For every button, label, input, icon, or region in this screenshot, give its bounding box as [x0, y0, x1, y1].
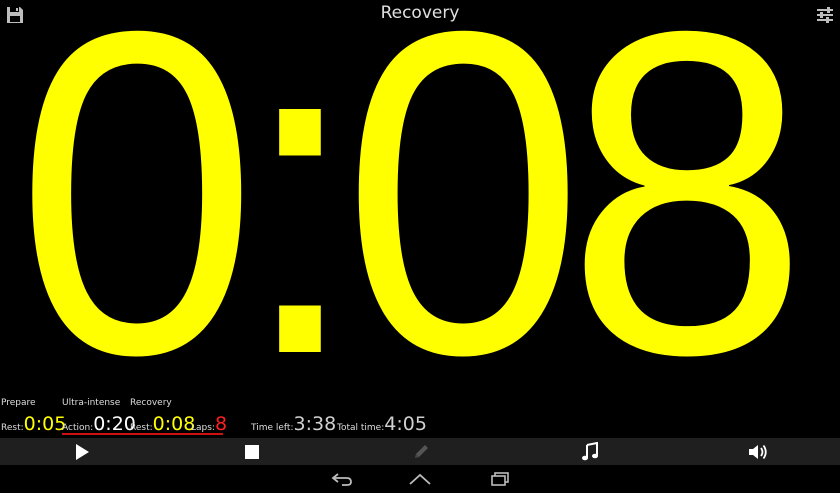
- recovery-rest-value: 0:08: [152, 413, 196, 435]
- speaker-icon: [749, 444, 767, 459]
- current-interval-underline: [62, 433, 223, 435]
- back-button[interactable]: [322, 467, 362, 491]
- stop-button[interactable]: [222, 438, 282, 465]
- time-left-label: Time left:: [251, 423, 294, 433]
- total-time-stat: Total time:4:05: [337, 413, 427, 435]
- back-icon: [331, 473, 352, 486]
- total-time-value: 4:05: [384, 413, 427, 435]
- settings-button[interactable]: [814, 4, 836, 26]
- home-button[interactable]: [400, 467, 440, 491]
- phase-ultra-intense: Ultra-intense: [62, 398, 121, 408]
- action-stat: Action:0:20: [62, 413, 136, 435]
- phase-recovery: Recovery: [130, 398, 172, 408]
- time-left-stat: Time left:3:38: [251, 413, 336, 435]
- total-time-label: Total time:: [337, 423, 385, 433]
- edit-button[interactable]: [391, 438, 451, 465]
- play-icon: [76, 443, 89, 460]
- laps-label: Laps:: [191, 423, 215, 433]
- control-toolbar: [0, 438, 840, 465]
- music-button[interactable]: [560, 438, 620, 465]
- recents-button[interactable]: [480, 467, 520, 491]
- phase-labels: Prepare Ultra-intense Recovery: [0, 398, 840, 410]
- recents-icon: [491, 472, 509, 486]
- laps-value: 8: [214, 413, 228, 435]
- countdown-display: 0:08: [15, 0, 809, 450]
- recovery-rest-label: Rest:: [130, 423, 153, 433]
- rest-label: Rest:: [1, 423, 24, 433]
- action-label: Action:: [62, 423, 94, 433]
- sliders-icon: [817, 7, 833, 23]
- rest-value: 0:05: [23, 413, 67, 435]
- rest-stat: Rest:0:05: [1, 413, 66, 435]
- phase-prepare: Prepare: [1, 398, 36, 408]
- time-left-value: 3:38: [293, 413, 337, 435]
- play-button[interactable]: [52, 438, 112, 465]
- pencil-icon: [415, 444, 428, 458]
- sound-button[interactable]: [728, 438, 788, 465]
- laps-stat: Laps:8: [191, 413, 227, 435]
- recovery-rest-stat: Rest:0:08: [130, 413, 195, 435]
- system-nav-bar: [0, 465, 840, 493]
- stop-icon: [245, 444, 259, 459]
- home-icon: [409, 473, 431, 485]
- music-note-icon: [582, 441, 598, 460]
